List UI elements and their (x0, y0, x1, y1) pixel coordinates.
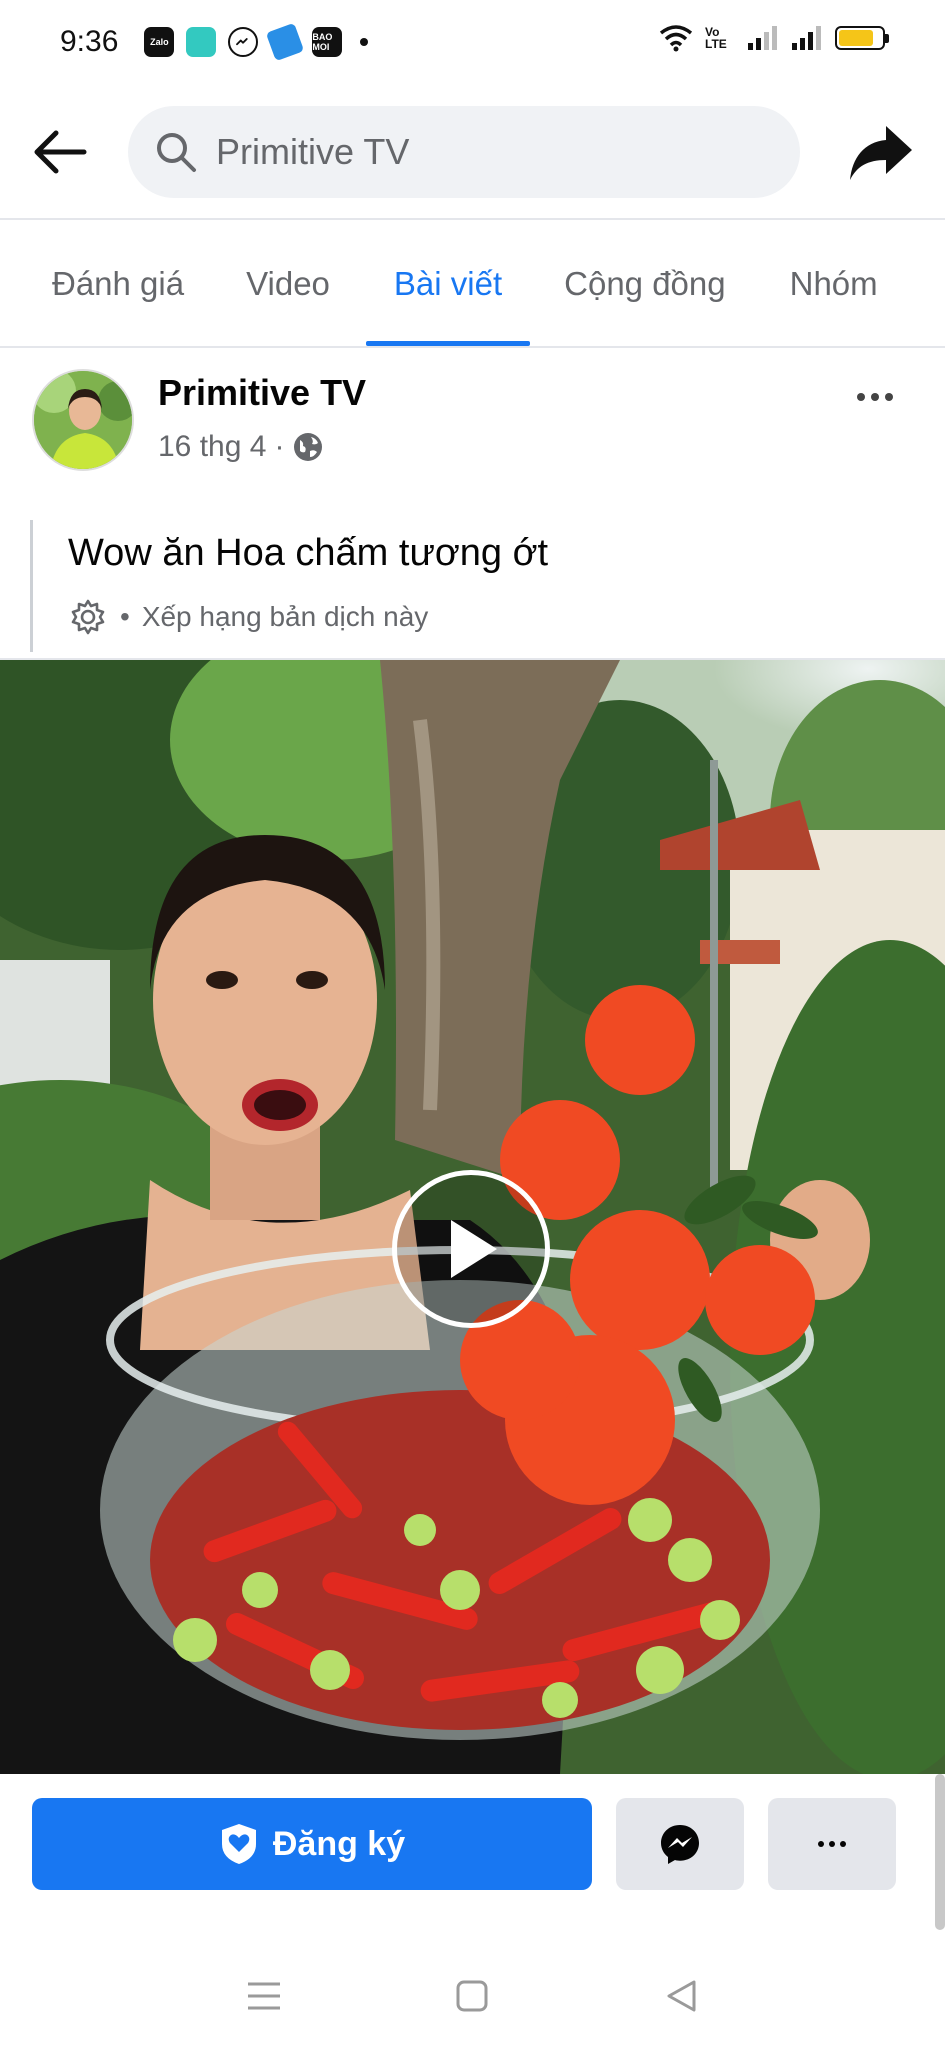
tab-videos[interactable]: Video (246, 222, 330, 346)
page-action-bar: Đăng ký (0, 1774, 945, 1944)
message-button[interactable] (616, 1798, 744, 1890)
battery-icon (835, 26, 889, 50)
search-icon (157, 133, 196, 172)
back-button[interactable] (28, 122, 92, 182)
home-button[interactable] (442, 1966, 502, 2026)
messenger-app-icon (228, 27, 259, 57)
wifi-icon (659, 25, 693, 52)
blue-app-icon (266, 22, 305, 62)
more-dot (818, 1841, 824, 1847)
tab-posts[interactable]: Bài viết (365, 222, 531, 346)
search-input[interactable] (216, 131, 756, 173)
status-system-icons: Vo LTE (659, 24, 889, 52)
volte-indicator: Vo LTE (705, 25, 727, 51)
subscribe-button[interactable]: Đăng ký (32, 1798, 592, 1890)
search-bar[interactable] (128, 106, 800, 198)
signal-icon-sim2 (792, 26, 821, 50)
square-icon (456, 1980, 488, 2012)
share-button[interactable] (845, 118, 917, 186)
post-video[interactable] (0, 660, 945, 1774)
header-divider (0, 218, 945, 220)
more-dot (885, 393, 893, 401)
tab-reviews[interactable]: Đánh giá (52, 222, 184, 346)
more-dot (871, 393, 879, 401)
post-date[interactable]: 16 thg 4 (158, 430, 266, 464)
more-dot (829, 1841, 835, 1847)
recent-apps-button[interactable] (234, 1966, 294, 2026)
scrollbar-thumb[interactable] (935, 1774, 945, 1930)
more-notifications-dot (360, 38, 369, 46)
battery-level (839, 30, 873, 46)
status-notification-icons: Zalo BAO MOI (144, 22, 369, 62)
author-avatar[interactable] (32, 369, 134, 471)
menu-icon (248, 1982, 281, 2010)
post-more-button[interactable] (845, 382, 905, 412)
post-body: Wow ăn Hoa chấm tương ớt • Xếp hạng bản … (30, 520, 910, 652)
status-bar: 9:36 Zalo BAO MOI Vo LTE (0, 0, 945, 84)
more-actions-button[interactable] (768, 1798, 896, 1890)
tab-groups[interactable]: Nhóm (790, 222, 878, 346)
globe-icon (294, 433, 323, 461)
subscribe-label: Đăng ký (272, 1824, 406, 1863)
post-header: Primitive TV 16 thg 4 · (0, 352, 945, 492)
status-time: 9:36 (60, 25, 119, 58)
shield-heart-icon (221, 1824, 256, 1864)
system-back-button[interactable] (651, 1966, 711, 2026)
signal-icon-sim1 (748, 26, 777, 50)
play-icon (451, 1220, 497, 1278)
translate-separator: • (120, 601, 130, 632)
author-name[interactable]: Primitive TV (158, 372, 366, 414)
search-header (0, 100, 945, 204)
share-icon (850, 126, 912, 180)
arrow-left-icon (34, 130, 87, 174)
avatar-photo (34, 371, 132, 469)
more-dot (840, 1841, 846, 1847)
chat-app-icon (186, 27, 217, 57)
meta-separator: · (274, 430, 285, 463)
post-meta: 16 thg 4 · (158, 430, 324, 464)
system-nav-bar (0, 1944, 945, 2048)
play-button[interactable] (392, 1170, 550, 1328)
zalo-app-icon: Zalo (144, 27, 175, 57)
gear-icon (71, 599, 105, 635)
baomoi-app-icon: BAO MOI (312, 27, 343, 57)
more-dot (857, 393, 865, 401)
messenger-icon (661, 1825, 699, 1864)
post-text: Wow ăn Hoa chấm tương ớt (68, 532, 549, 574)
search-filter-tabs: Đánh giá Video Bài viết Cộng đồng Nhóm (0, 222, 945, 346)
rate-translation-link[interactable]: Xếp hạng bản dịch này (142, 601, 428, 633)
tab-communities[interactable]: Cộng đồng (564, 222, 725, 346)
triangle-back-icon (667, 1980, 696, 2012)
translation-rating-row[interactable]: • Xếp hạng bản dịch này (68, 597, 910, 637)
tabs-divider (0, 346, 945, 348)
